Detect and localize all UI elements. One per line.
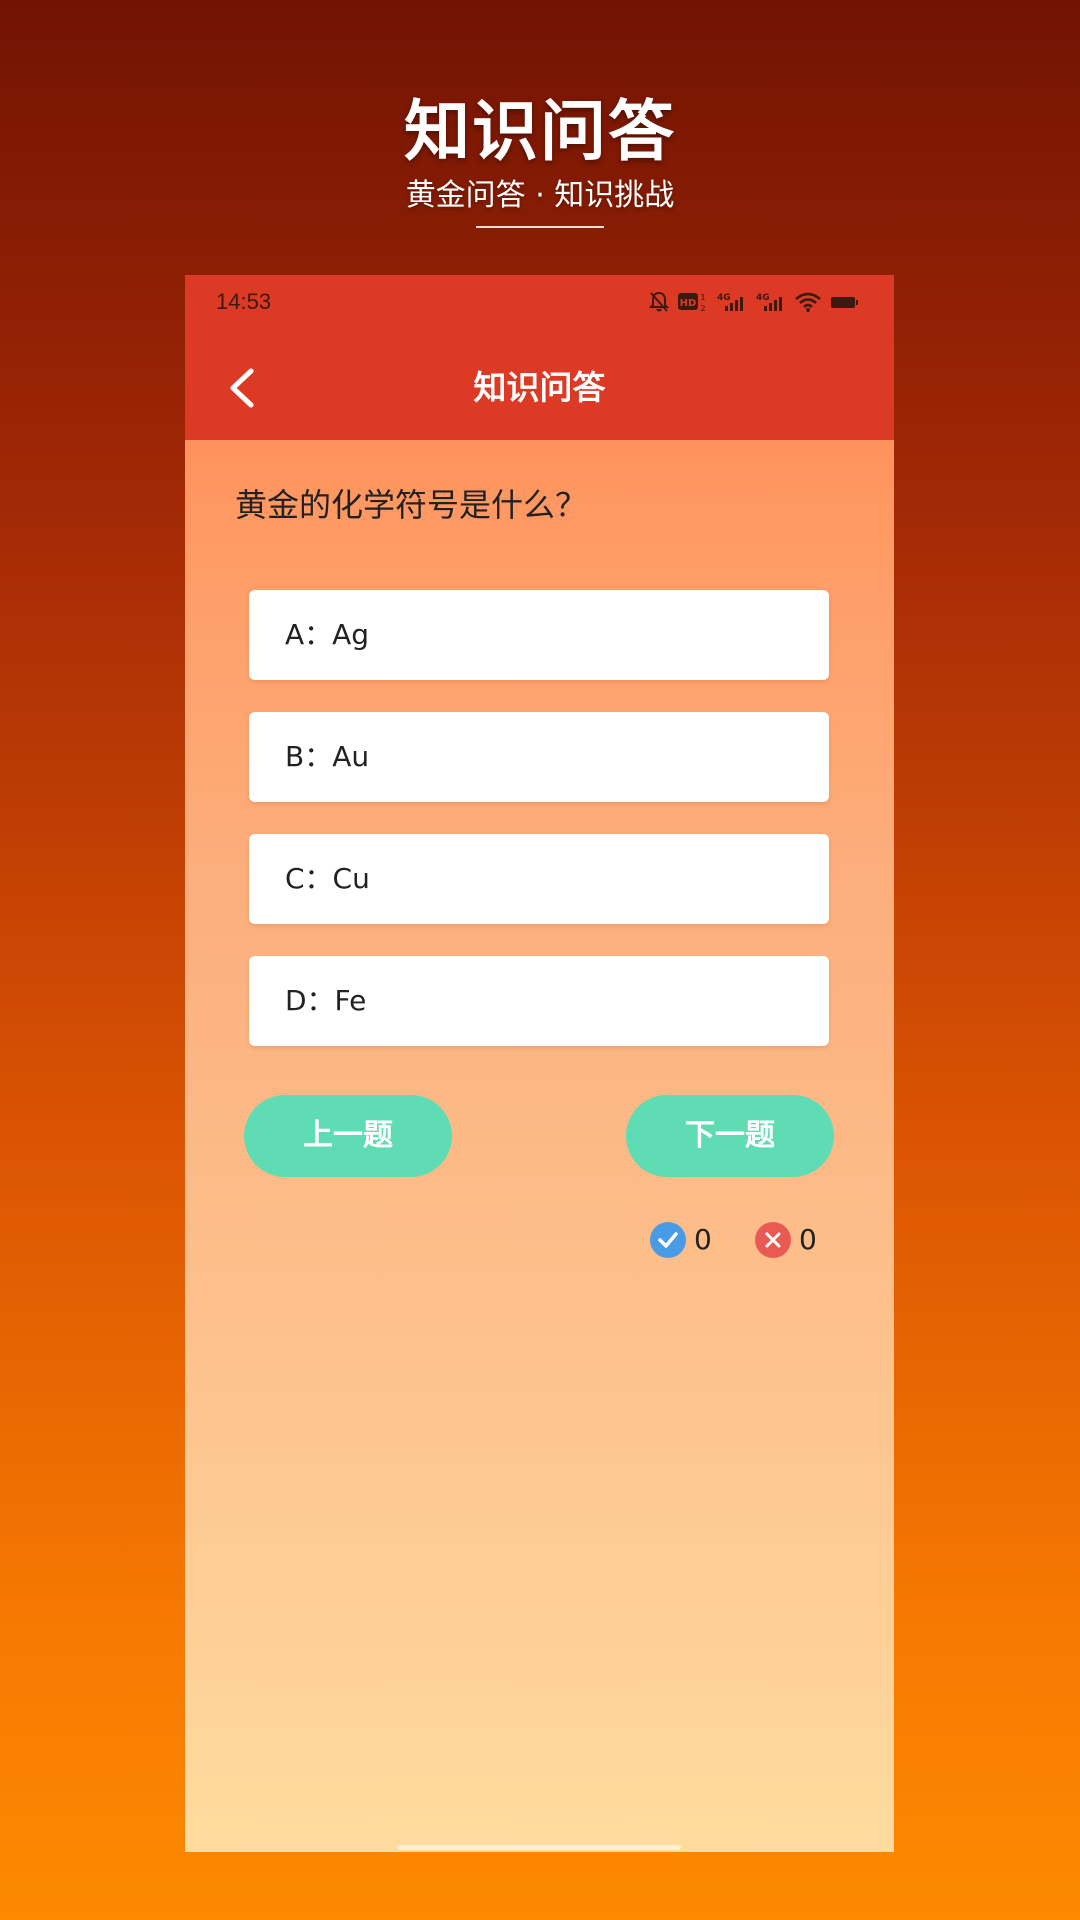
back-button[interactable] bbox=[221, 365, 267, 411]
status-time: 14:53 bbox=[216, 289, 272, 314]
svg-text:HD: HD bbox=[680, 298, 697, 309]
hd-icon: HD 1 2 bbox=[678, 291, 708, 317]
promo-subtitle: 黄金问答 · 知识挑战 bbox=[405, 178, 675, 213]
cross-icon bbox=[755, 1222, 791, 1258]
svg-text:1: 1 bbox=[700, 293, 705, 302]
wrong-count: 0 bbox=[799, 1223, 817, 1256]
question-text: 黄金的化学符号是什么？ bbox=[235, 486, 588, 524]
bell-off-icon bbox=[648, 291, 670, 317]
svg-text:2: 2 bbox=[700, 304, 705, 313]
promo-divider bbox=[476, 226, 604, 228]
status-bar: 14:53 HD 1 2 4G 4G bbox=[185, 275, 894, 335]
checkmark-icon bbox=[650, 1222, 686, 1258]
battery-icon bbox=[830, 291, 860, 317]
chevron-left-icon bbox=[230, 368, 254, 408]
score-row: 0 0 bbox=[185, 1220, 894, 1260]
option-d[interactable]: D：Fe bbox=[249, 956, 829, 1046]
page-title: 知识问答 bbox=[473, 368, 606, 407]
option-label: D：Fe bbox=[285, 984, 367, 1017]
promo-title: 知识问答 bbox=[404, 93, 676, 170]
signal-4g-icon: 4G bbox=[756, 291, 786, 317]
next-question-button[interactable]: 下一题 bbox=[626, 1095, 834, 1177]
correct-count: 0 bbox=[694, 1223, 712, 1256]
home-indicator[interactable] bbox=[397, 1845, 681, 1850]
phone-screen: 14:53 HD 1 2 4G 4G 知识问答 黄金的化学符号是什么？ A：Ag… bbox=[185, 275, 894, 1852]
wifi-icon bbox=[795, 291, 821, 317]
svg-text:4G: 4G bbox=[717, 293, 731, 303]
option-label: B：Au bbox=[285, 740, 370, 773]
previous-question-button[interactable]: 上一题 bbox=[244, 1095, 452, 1177]
option-a[interactable]: A：Ag bbox=[249, 590, 829, 680]
app-bar: 知识问答 bbox=[185, 335, 894, 440]
option-c[interactable]: C：Cu bbox=[249, 834, 829, 924]
option-label: C：Cu bbox=[285, 862, 370, 895]
signal-4g-icon: 4G bbox=[717, 291, 747, 317]
option-label: A：Ag bbox=[285, 618, 370, 651]
status-icons: HD 1 2 4G 4G bbox=[648, 291, 860, 317]
svg-text:4G: 4G bbox=[756, 293, 770, 303]
option-b[interactable]: B：Au bbox=[249, 712, 829, 802]
